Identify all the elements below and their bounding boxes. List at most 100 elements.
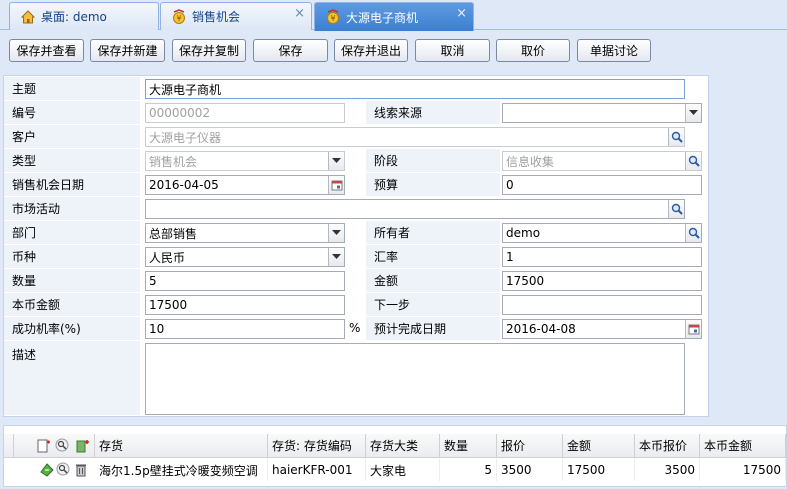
dropdown-icon[interactable] (328, 224, 344, 242)
currency-value: 人民币 (149, 250, 186, 265)
exchange-rate-field[interactable]: 1 (502, 247, 702, 267)
calendar-icon[interactable] (328, 176, 344, 194)
type-select[interactable]: 销售机会 (145, 151, 345, 171)
svg-text:¥: ¥ (176, 14, 181, 23)
save-and-copy-button[interactable]: 保存并复制 (172, 39, 246, 62)
get-price-button[interactable]: 取价 (496, 39, 570, 62)
cancel-button[interactable]: 取消 (415, 39, 490, 62)
currency-select[interactable]: 人民币 (145, 247, 345, 267)
stage-field[interactable]: 信息收集 (502, 151, 702, 171)
campaign-field[interactable] (145, 199, 685, 219)
subject-field[interactable]: 大源电子商机 (145, 79, 685, 99)
tab-opportunities-label: 销售机会 (192, 10, 241, 24)
insert-row-icon[interactable] (74, 438, 90, 454)
customer-value: 大源电子仪器 (149, 130, 222, 145)
stage-label: 阶段 (366, 149, 500, 173)
amount-field[interactable]: 17500 (502, 271, 702, 291)
probability-label: 成功机率(%) (4, 317, 140, 341)
grid-actions-header (14, 434, 95, 458)
opportunity-icon: ¥ (325, 9, 341, 25)
tab-dayuan-opportunity-label: 大源电子商机 (346, 10, 419, 25)
header-local-amount[interactable]: 本币金额 (700, 434, 786, 458)
tab-dayuan-opportunity[interactable]: ¥ 大源电子商机 × (314, 2, 474, 31)
calendar-icon[interactable] (685, 320, 701, 338)
header-amount[interactable]: 金额 (563, 434, 635, 458)
close-icon[interactable]: × (294, 6, 305, 21)
search-icon[interactable] (685, 152, 701, 170)
cell-inventory[interactable]: 海尔1.5p壁挂式冷暖变频空调 (95, 459, 268, 481)
cell-inventory-category[interactable]: 大家电 (366, 459, 440, 481)
owner-label: 所有者 (366, 221, 500, 245)
probability-field[interactable]: 10 (145, 319, 345, 339)
search-icon[interactable] (56, 462, 72, 478)
local-amount-field[interactable]: 17500 (145, 295, 345, 315)
header-quantity[interactable]: 数量 (440, 434, 497, 458)
delete-row-icon[interactable] (73, 462, 89, 478)
dropdown-icon[interactable] (328, 248, 344, 266)
close-icon[interactable]: × (456, 6, 467, 21)
cell-amount[interactable]: 17500 (563, 459, 635, 481)
search-icon[interactable] (668, 128, 684, 146)
department-label: 部门 (4, 221, 140, 245)
stage-value: 信息收集 (506, 154, 555, 169)
campaign-label: 市场活动 (4, 197, 140, 221)
description-label: 描述 (4, 341, 140, 416)
budget-label: 预算 (366, 173, 500, 197)
toolbar: 保存并查看 保存并新建 保存并复制 保存 保存并退出 取消 取价 单据讨论 (0, 31, 787, 69)
code-field[interactable]: 00000002 (145, 103, 345, 123)
add-row-icon[interactable] (36, 438, 52, 454)
save-and-exit-button[interactable]: 保存并退出 (334, 39, 408, 62)
lead-source-label: 线索来源 (366, 101, 500, 125)
next-step-field[interactable] (502, 295, 702, 315)
expected-date-value: 2016-04-08 (506, 322, 576, 336)
discuss-button[interactable]: 单据讨论 (577, 39, 651, 62)
quantity-label: 数量 (4, 269, 140, 293)
cell-inventory-code[interactable]: haierKFR-001 (268, 459, 366, 481)
tab-bar: 桌面: demo ¥ 销售机会 × ¥ 大源电子商机 × (0, 0, 787, 31)
search-icon[interactable] (668, 200, 684, 218)
type-label: 类型 (4, 149, 140, 173)
cell-quote[interactable]: 3500 (497, 459, 563, 481)
budget-field[interactable]: 0 (502, 175, 702, 195)
header-quote[interactable]: 报价 (497, 434, 563, 458)
opportunity-date-field[interactable]: 2016-04-05 (145, 175, 345, 195)
amount-label: 金额 (366, 269, 500, 293)
tab-desktop[interactable]: 桌面: demo (9, 2, 159, 30)
opportunity-icon: ¥ (171, 8, 187, 25)
opportunity-date-label: 销售机会日期 (4, 173, 140, 197)
expected-date-field[interactable]: 2016-04-08 (502, 319, 702, 339)
tab-opportunities[interactable]: ¥ 销售机会 × (160, 2, 312, 30)
quantity-field[interactable]: 5 (145, 271, 345, 291)
lead-source-select[interactable] (502, 103, 702, 123)
percent-unit: % (349, 321, 361, 335)
owner-field[interactable]: demo (502, 223, 702, 243)
customer-field[interactable]: 大源电子仪器 (145, 127, 685, 147)
header-inventory-category[interactable]: 存货大类 (366, 434, 440, 458)
department-select[interactable]: 总部销售 (145, 223, 345, 243)
save-and-view-button[interactable]: 保存并查看 (9, 39, 84, 62)
search-icon[interactable] (55, 438, 71, 454)
home-icon (20, 9, 36, 25)
department-value: 总部销售 (149, 226, 198, 241)
grid-row-marker-header (4, 434, 14, 458)
code-label: 编号 (4, 101, 140, 125)
cell-local-quote[interactable]: 3500 (635, 459, 700, 481)
cell-local-amount[interactable]: 17500 (700, 459, 786, 481)
description-textarea[interactable] (145, 343, 685, 415)
opportunity-date-value: 2016-04-05 (149, 178, 219, 192)
local-amount-label: 本币金额 (4, 293, 140, 317)
save-and-new-button[interactable]: 保存并新建 (90, 39, 165, 62)
expected-date-label: 预计完成日期 (366, 317, 500, 341)
header-inventory[interactable]: 存货 (95, 434, 268, 458)
tab-desktop-label: 桌面: demo (41, 10, 107, 24)
dropdown-icon[interactable] (685, 104, 701, 122)
header-local-quote[interactable]: 本币报价 (635, 434, 700, 458)
header-inventory-code[interactable]: 存货: 存货编码 (268, 434, 366, 458)
save-button[interactable]: 保存 (253, 39, 328, 62)
dropdown-icon[interactable] (328, 152, 344, 170)
search-icon[interactable] (685, 224, 701, 242)
cell-quantity[interactable]: 5 (440, 459, 497, 481)
edit-row-icon[interactable] (39, 462, 55, 478)
customer-label: 客户 (4, 125, 140, 149)
items-grid: 存货 存货: 存货编码 存货大类 数量 报价 金额 本币报价 本币金额 海尔1.… (3, 425, 787, 487)
